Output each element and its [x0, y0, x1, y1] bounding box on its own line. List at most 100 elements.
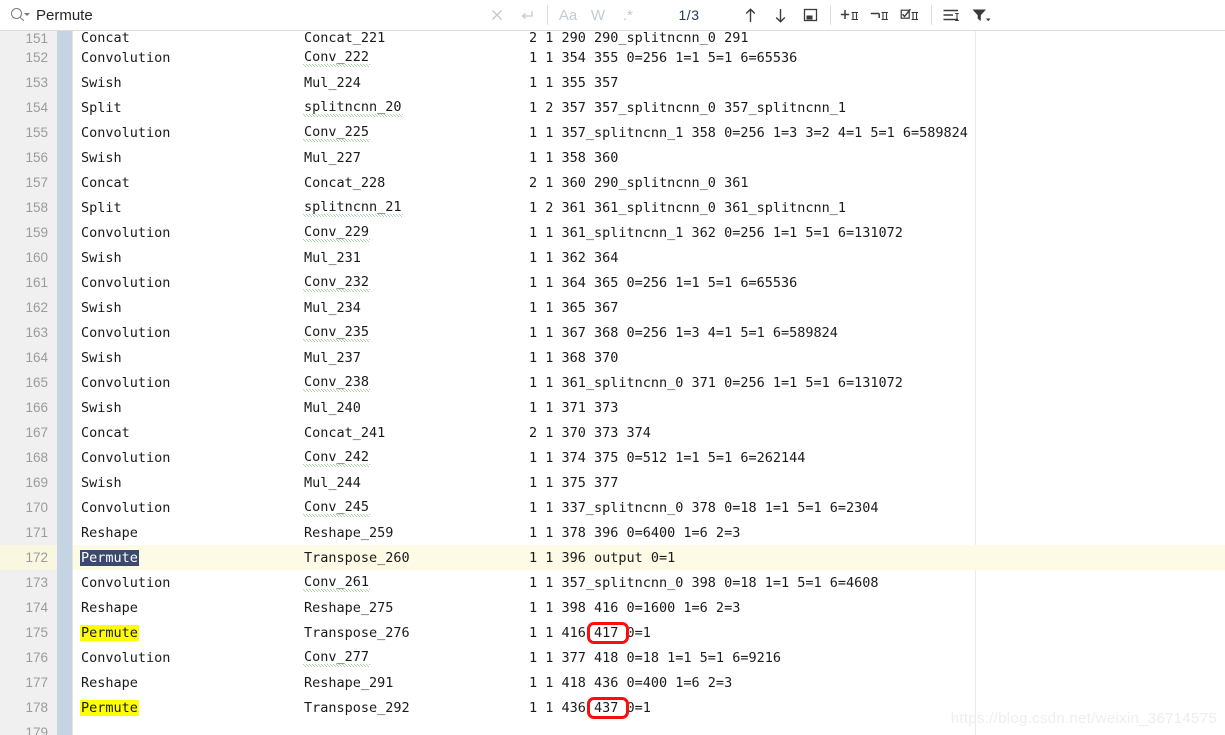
table-row[interactable]: 154 Split splitncnn_20 1 2 357 357_splitncn…: [0, 95, 1225, 120]
table-row[interactable]: 169 Swish Mul_244 1 1 375 377: [0, 470, 1225, 495]
table-row[interactable]: 162 Swish Mul_234 1 1 365 367: [0, 295, 1225, 320]
panel-icon[interactable]: [795, 0, 825, 31]
cell-layer-name: Conv_232: [303, 270, 371, 295]
cell-layer-name: Mul_240: [303, 395, 362, 420]
gutter-marker: [57, 345, 72, 370]
cell-layer-name-text: Conv_277: [303, 648, 371, 667]
cell-layer-params: 1 1 361_splitncnn_0 371 0=256 1=1 5=1 6=…: [528, 370, 904, 395]
cell-layer-name: Concat_228: [303, 170, 386, 195]
layer-table-editor[interactable]: 151 Concat Concat_221 2 1 290 290_splitncnn…: [0, 31, 1225, 735]
table-row[interactable]: 158 Split splitncnn_21 1 2 361 361_splitncn…: [0, 195, 1225, 220]
table-row[interactable]: 177 Reshape Reshape_291 1 1 418 436 0=400 1…: [0, 670, 1225, 695]
add-lines-icon[interactable]: [836, 0, 866, 31]
cell-layer-params-text: 1 1 416 417 0=1: [529, 624, 651, 641]
cell-layer-params-text: 1 1 375 377: [529, 474, 619, 491]
cell-layer-type: Swish: [80, 345, 123, 370]
cell-layer-params: 1 1 357_splitncnn_1 358 0=256 1=3 3=2 4=…: [528, 120, 969, 145]
search-icon[interactable]: [0, 0, 34, 31]
indent-icon[interactable]: [937, 0, 967, 31]
line-number: 172: [0, 545, 57, 570]
cell-layer-params-text: 1 1 355 357: [529, 74, 619, 91]
check-lines-icon[interactable]: [896, 0, 926, 31]
table-row[interactable]: 151 Concat Concat_221 2 1 290 290_splitncnn…: [0, 31, 1225, 45]
table-row[interactable]: 175 Permute Transpose_276 1 1 416 417 0=1: [0, 620, 1225, 645]
remove-lines-icon[interactable]: [866, 0, 896, 31]
gutter-edge-segment: [72, 95, 73, 120]
cell-layer-params: 1 1 416 417 0=1: [528, 620, 652, 645]
gutter-marker: [57, 720, 72, 735]
cell-layer-type: Convolution: [80, 445, 171, 470]
cell-layer-type-text: Swish: [81, 299, 122, 316]
filter-icon[interactable]: [967, 0, 997, 31]
table-row[interactable]: 164 Swish Mul_237 1 1 368 370: [0, 345, 1225, 370]
cell-layer-name-text: Mul_237: [304, 349, 361, 366]
table-row[interactable]: 159 Convolution Conv_229 1 1 361_splitncnn_…: [0, 220, 1225, 245]
cell-layer-name: Conv_225: [303, 120, 371, 145]
cell-layer-name-text: Conv_229: [303, 223, 371, 242]
cell-layer-name-text: Conv_222: [303, 48, 371, 67]
cell-layer-name-text: Mul_234: [304, 299, 361, 316]
cell-layer-params: 2 1 290 290_splitncnn_0 291: [528, 31, 749, 45]
whole-word-toggle[interactable]: W: [583, 0, 613, 31]
table-row[interactable]: 166 Swish Mul_240 1 1 371 373: [0, 395, 1225, 420]
gutter-edge-segment: [72, 670, 73, 695]
table-row[interactable]: 167 Concat Concat_241 2 1 370 373 374: [0, 420, 1225, 445]
table-row[interactable]: 165 Convolution Conv_238 1 1 361_splitncnn_…: [0, 370, 1225, 395]
return-wrap-icon[interactable]: [512, 0, 542, 31]
cell-layer-params: 1 1 358 360: [528, 145, 619, 170]
gutter-marker: [57, 70, 72, 95]
cell-layer-name-text: Conv_245: [303, 498, 371, 517]
table-row[interactable]: 172 Permute Transpose_260 1 1 396 output 0=…: [0, 545, 1225, 570]
table-row[interactable]: 157 Concat Concat_228 2 1 360 290_splitncnn…: [0, 170, 1225, 195]
cell-layer-type-text: Permute: [80, 699, 139, 716]
gutter-edge-segment: [72, 595, 73, 620]
table-row[interactable]: 152 Convolution Conv_222 1 1 354 355 0=256 …: [0, 45, 1225, 70]
cell-layer-name: Reshape_291: [303, 670, 394, 695]
table-row[interactable]: 176 Convolution Conv_277 1 1 377 418 0=18 1…: [0, 645, 1225, 670]
cell-layer-name-text: Conv_232: [303, 273, 371, 292]
cell-layer-params-text: 1 1 361_splitncnn_1 362 0=256 1=1 5=1 6=…: [529, 224, 903, 241]
match-counter: 1/3: [678, 7, 700, 23]
table-row[interactable]: 168 Convolution Conv_242 1 1 374 375 0=512 …: [0, 445, 1225, 470]
table-row[interactable]: 170 Convolution Conv_245 1 1 337_splitncnn_…: [0, 495, 1225, 520]
cell-layer-type: Permute: [80, 695, 139, 720]
cell-layer-type: Concat: [80, 31, 131, 45]
gutter-edge-segment: [72, 520, 73, 545]
table-row[interactable]: 155 Convolution Conv_225 1 1 357_splitncnn_…: [0, 120, 1225, 145]
cell-layer-params: 1 1 355 357: [528, 70, 619, 95]
gutter-edge-segment: [72, 220, 73, 245]
regex-toggle[interactable]: .*: [613, 0, 643, 31]
cell-layer-type: Swish: [80, 70, 123, 95]
cell-layer-type-text: Reshape: [81, 599, 138, 616]
cell-layer-params-text: 1 1 365 367: [529, 299, 619, 316]
search-input[interactable]: Permute: [34, 0, 482, 31]
cell-layer-params-text: 2 1 290 290_splitncnn_0 291: [529, 31, 749, 45]
cell-layer-params: 1 1 375 377: [528, 470, 619, 495]
table-row[interactable]: 153 Swish Mul_224 1 1 355 357: [0, 70, 1225, 95]
gutter-marker: [57, 570, 72, 595]
gutter-edge-segment: [72, 370, 73, 395]
match-case-toggle[interactable]: Aa: [553, 0, 583, 31]
arrow-up-icon[interactable]: [735, 0, 765, 31]
cell-layer-params: 2 1 370 373 374: [528, 420, 652, 445]
cell-layer-name-text: Mul_224: [304, 74, 361, 91]
arrow-down-icon[interactable]: [765, 0, 795, 31]
close-icon[interactable]: [482, 0, 512, 31]
table-row[interactable]: 173 Convolution Conv_261 1 1 357_splitncnn_…: [0, 570, 1225, 595]
cell-layer-params: 1 1 368 370: [528, 345, 619, 370]
gutter-edge-segment: [72, 145, 73, 170]
cell-layer-name-text: Conv_238: [303, 373, 371, 392]
table-row[interactable]: 163 Convolution Conv_235 1 1 367 368 0=256 …: [0, 320, 1225, 345]
gutter-marker: [57, 645, 72, 670]
table-row[interactable]: 156 Swish Mul_227 1 1 358 360: [0, 145, 1225, 170]
gutter-marker: [57, 95, 72, 120]
cell-layer-params: 1 1 367 368 0=256 1=3 4=1 5=1 6=589824: [528, 320, 839, 345]
cell-layer-type-text: Convolution: [81, 449, 171, 466]
cell-layer-name: Mul_237: [303, 345, 362, 370]
table-row[interactable]: 161 Convolution Conv_232 1 1 364 365 0=256 …: [0, 270, 1225, 295]
cell-layer-name-text: Mul_244: [304, 474, 361, 491]
table-row[interactable]: 174 Reshape Reshape_275 1 1 398 416 0=1600 …: [0, 595, 1225, 620]
table-row[interactable]: 160 Swish Mul_231 1 1 362 364: [0, 245, 1225, 270]
gutter-marker: [57, 170, 72, 195]
table-row[interactable]: 171 Reshape Reshape_259 1 1 378 396 0=6400 …: [0, 520, 1225, 545]
